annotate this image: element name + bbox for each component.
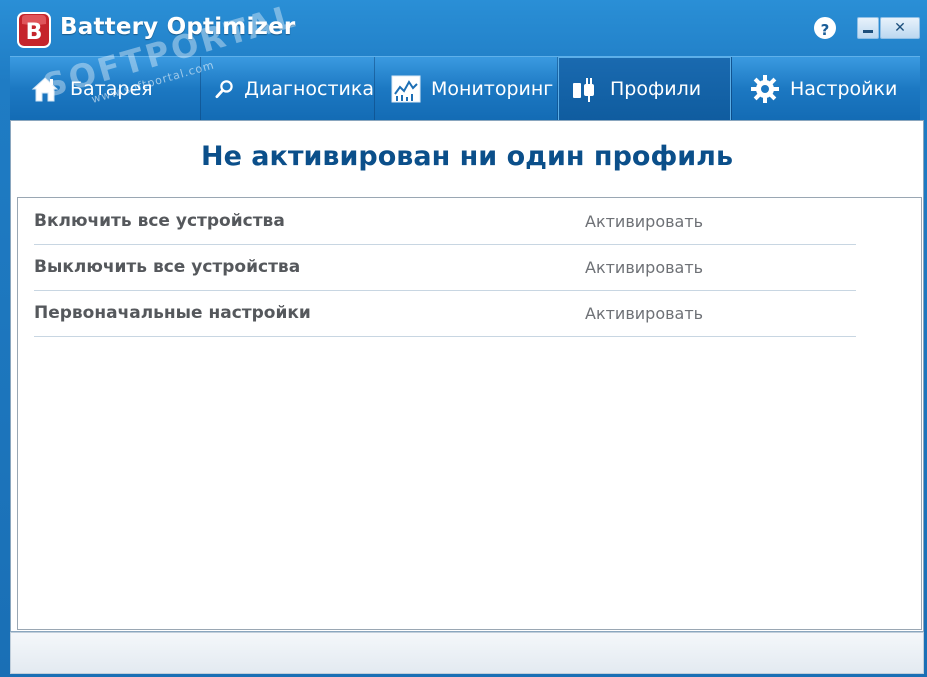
- profile-list: Включить все устройства Активировать Вык…: [17, 197, 922, 630]
- list-item: Первоначальные настройки Активировать: [34, 290, 856, 337]
- activate-link[interactable]: Активировать: [585, 212, 703, 231]
- minimize-button[interactable]: [857, 17, 879, 39]
- app-logo-icon: B: [17, 12, 51, 48]
- main-tab-bar: Батарея Диагностика Мониторинг Профили Н…: [10, 56, 920, 121]
- tab-monitoring[interactable]: Мониторинг: [375, 57, 558, 121]
- tab-monitoring-label: Мониторинг: [431, 78, 554, 100]
- tab-battery[interactable]: Батарея: [10, 57, 201, 121]
- page-title: Не активирован ни один профиль: [200, 141, 734, 172]
- plug-icon: [573, 78, 594, 102]
- tab-battery-label: Батарея: [70, 78, 153, 100]
- help-button[interactable]: ?: [814, 17, 836, 39]
- app-logo-letter: B: [26, 20, 43, 45]
- tab-profiles-label: Профили: [610, 78, 702, 100]
- profile-name: Выключить все устройства: [34, 257, 301, 277]
- profile-name: Первоначальные настройки: [34, 303, 311, 323]
- tab-settings-label: Настройки: [790, 78, 898, 100]
- activate-link[interactable]: Активировать: [585, 258, 703, 277]
- app-window: B Battery Optimizer ? ✕ Батарея Диагност…: [0, 0, 927, 677]
- activate-link[interactable]: Активировать: [585, 304, 703, 323]
- tab-settings[interactable]: Настройки: [732, 57, 920, 121]
- magnifier-icon: [215, 80, 233, 99]
- home-icon: [31, 77, 59, 102]
- list-item: Выключить все устройства Активировать: [34, 244, 856, 291]
- list-item: Включить все устройства Активировать: [34, 198, 856, 245]
- footer-bar: [10, 632, 924, 674]
- profile-name: Включить все устройства: [34, 211, 285, 231]
- tab-diagnostics[interactable]: Диагностика: [201, 57, 375, 121]
- close-button[interactable]: ✕: [880, 17, 920, 39]
- tab-diagnostics-label: Диагностика: [244, 78, 374, 100]
- app-title: Battery Optimizer: [60, 14, 296, 40]
- minimize-icon: [863, 30, 873, 33]
- gear-icon: [751, 75, 779, 103]
- title-bar: B Battery Optimizer ? ✕: [0, 0, 927, 54]
- profiles-content: Не активирован ни один профиль Включить …: [10, 120, 924, 632]
- tab-profiles[interactable]: Профили: [558, 57, 732, 121]
- chart-monitor-icon: [391, 75, 421, 103]
